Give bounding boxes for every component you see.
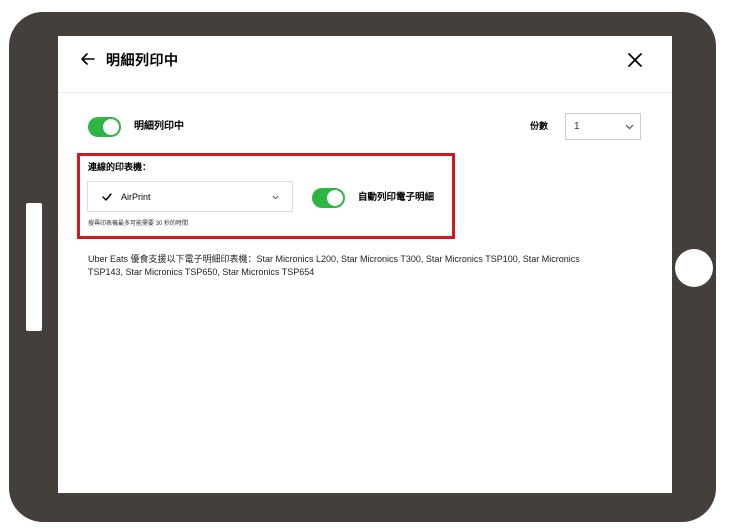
copies-label: 份數 bbox=[530, 121, 549, 131]
stage: 明細列印中 明細列印中 份數 1 連線的印表機： AirPrint 自動列印電子… bbox=[0, 0, 730, 530]
copies-value: 1 bbox=[574, 121, 580, 132]
selected-printer-name: AirPrint bbox=[121, 192, 151, 202]
header: 明細列印中 bbox=[58, 36, 672, 93]
toggle-knob bbox=[327, 190, 343, 206]
tablet-side-button bbox=[26, 203, 42, 331]
chevron-down-icon bbox=[625, 124, 634, 130]
receipt-printing-toggle[interactable] bbox=[88, 117, 121, 137]
connected-printer-label: 連線的印表機： bbox=[88, 162, 152, 172]
page-title: 明細列印中 bbox=[106, 52, 179, 68]
printer-search-note: 搜尋印表機最多可能需要 30 秒的時間 bbox=[88, 221, 189, 227]
receipt-printing-label: 明細列印中 bbox=[134, 121, 184, 132]
toggle-knob bbox=[103, 119, 119, 135]
printer-select[interactable]: AirPrint bbox=[87, 181, 293, 212]
chevron-down-icon bbox=[272, 195, 279, 200]
auto-print-label: 自動列印電子明細 bbox=[358, 192, 435, 203]
close-icon[interactable] bbox=[625, 50, 645, 70]
copies-select[interactable]: 1 bbox=[565, 113, 641, 140]
supported-printers-info: Uber Eats 優食支援以下電子明細印表機：Star Micronics L… bbox=[88, 254, 580, 277]
tablet-screen: 明細列印中 明細列印中 份數 1 連線的印表機： AirPrint 自動列印電子… bbox=[58, 36, 672, 493]
check-icon bbox=[102, 193, 112, 201]
auto-print-toggle[interactable] bbox=[312, 188, 345, 208]
tablet-home-button bbox=[675, 249, 713, 287]
arrow-left-icon[interactable] bbox=[80, 50, 96, 68]
